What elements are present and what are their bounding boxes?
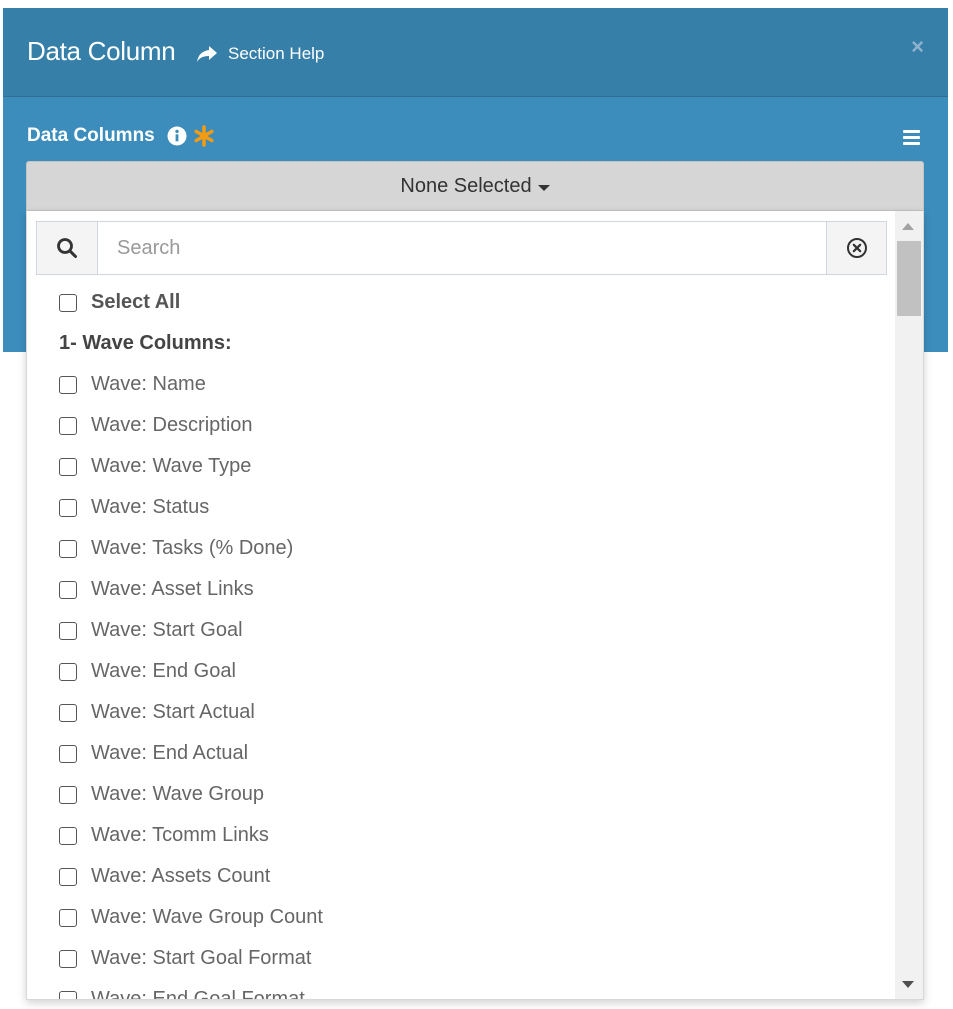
scroll-down-arrow-icon[interactable] [902,981,914,988]
option-label: Wave: Tcomm Links [91,824,269,846]
clear-circle-icon [846,238,867,258]
section-label: Data Columns [27,125,155,146]
checkbox[interactable] [59,498,77,517]
scroll-thumb[interactable] [897,241,921,316]
option-item[interactable]: Wave: Wave Group Count [27,897,897,938]
option-item[interactable]: Wave: End Goal Format [27,979,897,1000]
multiselect-dropdown: Select All 1- Wave Columns: Wave: NameWa… [26,211,924,1000]
search-group [36,221,887,275]
option-group-header: 1- Wave Columns: [59,332,232,354]
option-item[interactable]: Wave: Assets Count [27,856,897,897]
checkbox[interactable] [59,990,77,999]
option-label: Wave: Wave Group Count [91,906,323,928]
option-item[interactable]: Wave: Name [27,364,897,405]
option-label: Wave: Assets Count [91,865,271,887]
section-heading: Data Columns [27,125,215,147]
section-help-label: Section Help [228,44,325,63]
option-item[interactable]: Wave: Asset Links [27,569,897,610]
option-label: Wave: Start Goal [91,619,243,641]
modal-header: Data Column Section Help × [3,8,948,97]
option-item[interactable]: Wave: Start Actual [27,692,897,733]
checkbox[interactable] [59,293,77,312]
option-label: Wave: Start Goal Format [91,947,312,969]
modal-title: Data Column [27,36,176,66]
checkbox[interactable] [59,785,77,804]
search-addon [37,222,98,274]
option-label: Wave: Description [91,414,253,436]
checkbox[interactable] [59,580,77,599]
multiselect-button-label: None Selected [400,174,532,197]
section-help-link[interactable]: Section Help [196,44,324,64]
checkbox[interactable] [59,826,77,845]
search-icon [57,238,77,258]
scroll-up-arrow-icon[interactable] [902,223,914,230]
option-item[interactable]: Wave: Wave Type [27,446,897,487]
checkbox[interactable] [59,949,77,968]
checkbox[interactable] [59,416,77,435]
checkbox[interactable] [59,703,77,722]
option-item[interactable]: Wave: Tasks (% Done) [27,528,897,569]
checkbox[interactable] [59,539,77,558]
caret-down-icon [537,184,550,191]
option-label: Wave: Status [91,496,210,518]
checkbox[interactable] [59,662,77,681]
option-item[interactable]: Wave: Status [27,487,897,528]
option-label: Wave: Wave Group [91,783,265,805]
share-arrow-icon [197,46,217,62]
checkbox[interactable] [59,621,77,640]
clear-search-button[interactable] [826,222,886,274]
hamburger-icon[interactable] [903,130,920,148]
asterisk-icon [194,125,214,147]
checkbox[interactable] [59,744,77,763]
info-circle-icon[interactable] [167,126,187,146]
option-item[interactable]: Wave: Tcomm Links [27,815,897,856]
option-label: Wave: End Goal Format [91,988,305,1000]
option-item[interactable]: Wave: End Goal [27,651,897,692]
option-item[interactable]: Wave: End Actual [27,733,897,774]
option-label: Wave: Start Actual [91,701,255,723]
option-label: Wave: End Actual [91,742,249,764]
checkbox[interactable] [59,375,77,394]
option-items: Wave: Name Wave: Description Wave: Wave Ty… [27,364,897,1000]
multiselect-toggle-button[interactable]: None Selected [26,161,924,211]
search-input[interactable] [98,222,826,274]
option-label: Wave: End Goal [91,660,236,682]
option-list: Select All 1- Wave Columns: Wave: Name Wa… [27,282,897,1000]
option-item[interactable]: Wave: Start Goal [27,610,897,651]
option-label: Wave: Wave Type [91,455,252,477]
option-label: Wave: Tasks (% Done) [91,537,294,559]
option-label: Wave: Asset Links [91,578,254,600]
option-item[interactable]: Wave: Wave Group [27,774,897,815]
select-all-option[interactable]: Select All [27,282,897,323]
option-label: Wave: Name [91,373,206,395]
checkbox[interactable] [59,867,77,886]
option-item[interactable]: Wave: Description [27,405,897,446]
scrollbar[interactable] [895,211,923,999]
checkbox[interactable] [59,908,77,927]
select-all-label: Select All [91,291,181,313]
option-item[interactable]: Wave: Start Goal Format [27,938,897,979]
close-button[interactable]: × [911,34,924,60]
checkbox[interactable] [59,457,77,476]
